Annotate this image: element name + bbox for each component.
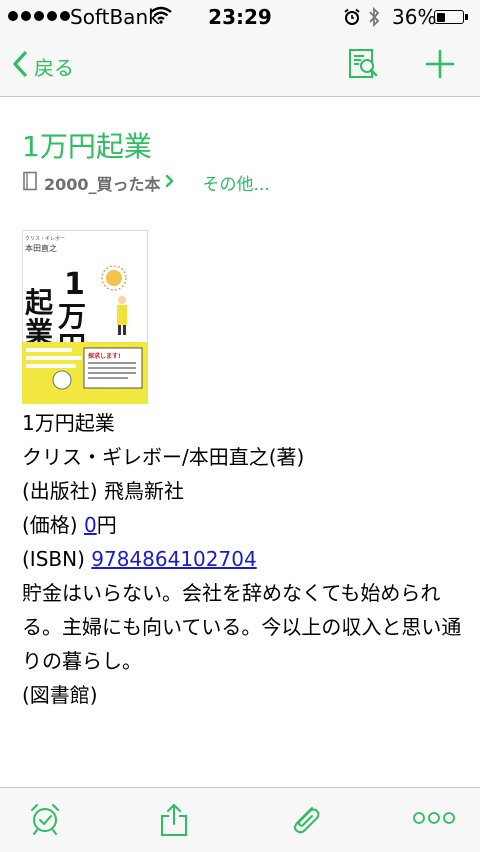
chevron-left-icon [12, 51, 28, 81]
notebook-name[interactable]: 2000_買った本 [44, 171, 161, 195]
publisher-value: 飛鳥新社 [103, 479, 184, 503]
battery-icon [434, 10, 468, 24]
back-label: 戻る [34, 55, 74, 80]
alarm-status-icon [343, 8, 361, 30]
paperclip-icon[interactable] [288, 802, 322, 840]
cover-author: クリス・ギレボー [25, 235, 65, 242]
library-line: (図書館) [22, 683, 98, 707]
chevron-right-icon [165, 173, 175, 192]
note-search-icon[interactable] [346, 47, 380, 85]
price-label: (価格) [22, 513, 78, 537]
navigation-bar: 戻る [0, 36, 480, 97]
author-line: クリス・ギレボー/本田直之(著) [22, 445, 305, 469]
description-text: 貯金はいらない。会社を辞めなくても始められる。主婦にも向いている。今以上の収入と… [22, 581, 462, 673]
isbn-line: (ISBN) 9784864102704 [22, 542, 468, 576]
plus-icon[interactable] [424, 48, 456, 84]
price-unit: 円 [96, 513, 117, 537]
cover-char-4: 起 [25, 286, 54, 319]
price-link[interactable]: 0 [84, 513, 97, 537]
bottom-toolbar [0, 787, 480, 852]
cover-translator: 本田直之 [25, 243, 57, 253]
alarm-clock-icon[interactable] [28, 802, 62, 840]
isbn-link[interactable]: 9784864102704 [91, 547, 256, 571]
publisher-line: (出版社) 飛鳥新社 [22, 474, 468, 508]
price-line: (価格) 0円 [22, 508, 468, 542]
notebook-icon [22, 171, 38, 195]
book-cover-image[interactable]: クリス・ギレボー 本田直之 1 万 円 起 業 探求します! [22, 230, 148, 404]
share-icon[interactable] [158, 802, 190, 842]
note-body[interactable]: 1万円起業 クリス・ギレボー/本田直之(著) (出版社) 飛鳥新社 (価格) 0… [22, 406, 468, 712]
isbn-label: (ISBN) [22, 547, 85, 571]
battery-percent: 36% [392, 5, 437, 29]
back-button[interactable]: 戻る [12, 51, 74, 81]
status-bar: SoftBank 23:29 36% [0, 0, 480, 36]
bluetooth-icon [367, 6, 381, 32]
note-meta: 2000_買った本 その他... [22, 170, 270, 195]
note-title[interactable]: 1万円起業 [22, 125, 152, 165]
publisher-label: (出版社) [22, 479, 98, 503]
more-info-link[interactable]: その他... [203, 170, 270, 195]
cover-char-1: 1 [64, 267, 85, 302]
book-title-line: 1万円起業 [22, 411, 115, 435]
cover-char-2: 万 [58, 300, 86, 333]
more-icon[interactable] [412, 810, 456, 830]
cover-banner: 探求します! [88, 352, 121, 360]
